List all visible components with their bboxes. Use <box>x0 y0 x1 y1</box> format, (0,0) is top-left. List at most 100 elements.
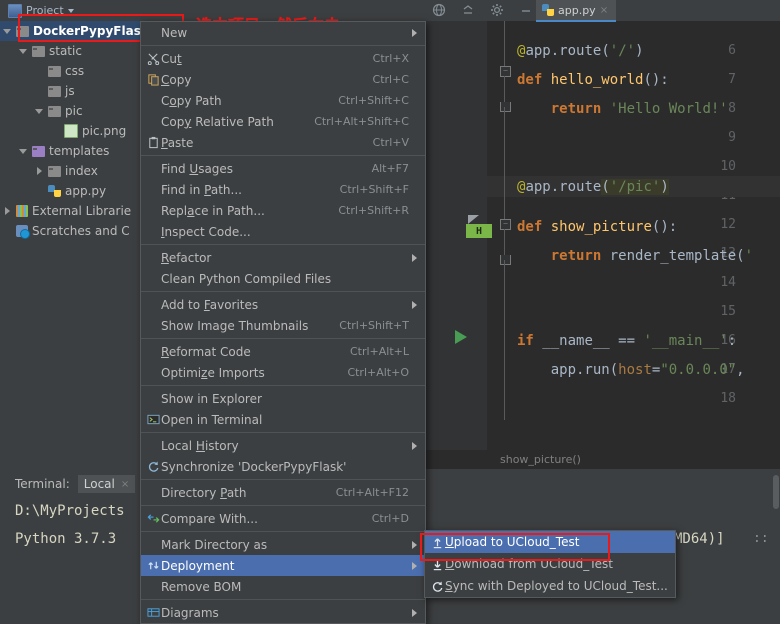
editor-breadcrumb[interactable]: show_picture() <box>421 450 780 469</box>
tree-item-label: css <box>65 64 85 78</box>
terminal-scrollbar[interactable] <box>772 473 780 612</box>
menu-item-show-in-explorer[interactable]: Show in Explorer <box>141 388 425 409</box>
chevron-down-icon[interactable] <box>18 46 28 56</box>
menu-separator <box>141 155 425 156</box>
fold-marker-end-show[interactable] <box>500 255 511 265</box>
menu-item-local-history[interactable]: Local History <box>141 435 425 456</box>
context-menu[interactable]: New Cut Ctrl+X Copy Ctrl+C Copy Path Ctrl+Shif… <box>140 21 426 624</box>
menu-item-inspect-code[interactable]: Inspect Code... <box>141 221 425 242</box>
toolwindow-actions <box>431 2 534 18</box>
menu-item-label: Paste <box>161 135 194 150</box>
submenu-item-upload-to-ucloud-test[interactable]: Upload to UCloud_Test <box>425 531 675 553</box>
menu-separator <box>141 531 425 532</box>
code-editor[interactable]: H 6789101112131415161718 − − @app.route(… <box>421 21 780 461</box>
menu-item-shortcut: Alt+F7 <box>371 162 409 175</box>
menu-item-refactor[interactable]: Refactor <box>141 247 425 268</box>
chevron-down-icon[interactable] <box>18 146 28 156</box>
download-icon <box>429 558 445 571</box>
close-icon[interactable]: × <box>121 479 129 490</box>
menu-item-add-to-favorites[interactable]: Add to Favorites <box>141 294 425 315</box>
menu-item-copy-path[interactable]: Copy Path Ctrl+Shift+C <box>141 90 425 111</box>
submenu-arrow-icon <box>409 561 419 570</box>
submenu-item-sync-with-deployed-to-ucloud-test[interactable]: Sync with Deployed to UCloud_Test... <box>425 575 675 597</box>
menu-item-label: Deployment <box>161 558 235 573</box>
menu-item-open-in-terminal[interactable]: Open in Terminal <box>141 409 425 430</box>
project-tab-label: Project <box>26 4 64 17</box>
tree-item-label: index <box>65 164 98 178</box>
submenu-item-download-from-ucloud-test[interactable]: Download from UCloud_Test <box>425 553 675 575</box>
menu-item-label: Cut <box>161 51 182 66</box>
menu-item-label: Inspect Code... <box>161 224 251 239</box>
settings-gear-icon[interactable] <box>489 2 505 18</box>
fold-marker-end-hello[interactable] <box>500 102 511 112</box>
menu-item-shortcut: Ctrl+Alt+L <box>349 345 409 358</box>
tree-arrow-placeholder <box>34 186 44 196</box>
chevron-down-icon[interactable] <box>2 26 12 36</box>
menu-item-copy[interactable]: Copy Ctrl+C <box>141 69 425 90</box>
menu-item-compare-with[interactable]: Compare With... Ctrl+D <box>141 508 425 529</box>
menu-item-deployment[interactable]: Deployment <box>141 555 425 576</box>
tree-item-label: External Librarie <box>32 204 132 218</box>
fold-marker-hello-world[interactable]: − <box>500 66 511 77</box>
collapse-all-icon[interactable] <box>460 2 476 18</box>
terminal-label: Terminal: <box>15 477 70 491</box>
code-line-12: def show_picture(): <box>517 219 678 235</box>
run-gutter-icon[interactable] <box>455 330 467 344</box>
menu-item-diagrams[interactable]: Diagrams <box>141 602 425 623</box>
submenu-arrow-icon <box>409 540 419 549</box>
hide-icon[interactable] <box>518 2 534 18</box>
menu-item-new[interactable]: New <box>141 22 425 43</box>
editor-tab-app-py[interactable]: app.py × <box>536 0 617 22</box>
library-icon <box>16 205 28 217</box>
menu-item-directory-path[interactable]: Directory Path Ctrl+Alt+F12 <box>141 482 425 503</box>
submenu-arrow-icon <box>409 441 419 450</box>
menu-item-paste[interactable]: Paste Ctrl+V <box>141 132 425 153</box>
scrollbar-thumb[interactable] <box>773 475 779 509</box>
menu-item-synchronize-dockerpypyflask[interactable]: Synchronize 'DockerPypyFlask' <box>141 456 425 477</box>
menu-item-shortcut: Ctrl+Alt+O <box>347 366 409 379</box>
compare-icon <box>145 512 161 525</box>
menu-item-label: Optimize Imports <box>161 365 265 380</box>
fold-marker-show-picture[interactable]: − <box>500 219 511 230</box>
menu-item-reformat-code[interactable]: Reformat Code Ctrl+Alt+L <box>141 341 425 362</box>
terminal-tab-label: Local <box>83 477 115 491</box>
menu-item-label: Find in Path... <box>161 182 242 197</box>
menu-item-remove-bom[interactable]: Remove BOM <box>141 576 425 597</box>
deployment-submenu[interactable]: Upload to UCloud_Test Download from UClou… <box>424 530 676 598</box>
menu-item-optimize-imports[interactable]: Optimize Imports Ctrl+Alt+O <box>141 362 425 383</box>
folder-icon <box>48 65 61 77</box>
editor-code-text[interactable]: − − @app.route('/') def hello_world(): r… <box>487 21 780 461</box>
close-icon[interactable]: × <box>600 5 608 16</box>
refresh-icon <box>145 460 161 473</box>
menu-item-copy-relative-path[interactable]: Copy Relative Path Ctrl+Alt+Shift+C <box>141 111 425 132</box>
menu-item-label: Replace in Path... <box>161 203 265 218</box>
menu-item-mark-directory-as[interactable]: Mark Directory as <box>141 534 425 555</box>
menu-item-label: Add to Favorites <box>161 297 259 312</box>
menu-item-label: Find Usages <box>161 161 234 176</box>
menu-item-show-image-thumbnails[interactable]: Show Image Thumbnails Ctrl+Shift+T <box>141 315 425 336</box>
menu-separator <box>141 432 425 433</box>
scratches-icon <box>16 225 30 239</box>
folder-icon <box>48 85 61 97</box>
tree-arrow-placeholder <box>2 226 12 236</box>
menu-item-cut[interactable]: Cut Ctrl+X <box>141 48 425 69</box>
menu-item-find-usages[interactable]: Find Usages Alt+F7 <box>141 158 425 179</box>
terminal-tab-local[interactable]: Local × <box>77 475 136 493</box>
project-tool-window-tab[interactable]: Project <box>8 1 74 20</box>
tree-item-label: DockerPypyFlask <box>33 24 149 38</box>
chevron-right-icon[interactable] <box>34 166 44 176</box>
sync-icon <box>429 580 445 593</box>
tree-item-label: static <box>49 44 82 58</box>
chevron-right-icon[interactable] <box>2 206 12 216</box>
chevron-down-icon[interactable] <box>34 106 44 116</box>
deployment-icon <box>145 559 161 572</box>
menu-item-find-in-path[interactable]: Find in Path... Ctrl+Shift+F <box>141 179 425 200</box>
menu-item-clean-python-compiled-files[interactable]: Clean Python Compiled Files <box>141 268 425 289</box>
menu-item-label: Local History <box>161 438 239 453</box>
editor-gutter[interactable]: H <box>421 21 492 461</box>
terminal-line-1: D:\MyProjects <box>15 503 125 519</box>
menu-item-replace-in-path[interactable]: Replace in Path... Ctrl+Shift+R <box>141 200 425 221</box>
globe-icon[interactable] <box>431 2 447 18</box>
chevron-down-icon[interactable] <box>67 8 74 13</box>
folder-icon <box>48 105 61 117</box>
